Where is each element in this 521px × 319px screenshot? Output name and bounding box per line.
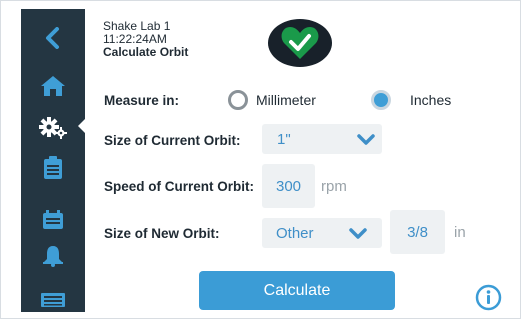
app-frame: Shake Lab 1 11:22:24AM Calculate Orbit M… [0, 0, 521, 319]
new-orbit-custom-input[interactable]: 3/8 [390, 210, 445, 254]
measure-label: Measure in: [104, 93, 180, 108]
bell-icon [43, 246, 63, 267]
inches-label[interactable]: Inches [410, 92, 451, 108]
calendar-icon [43, 210, 63, 229]
page-title: Calculate Orbit [103, 45, 189, 59]
home-icon [41, 76, 65, 96]
speed-label: Speed of Current Orbit: [104, 179, 255, 194]
speed-input[interactable]: 300 [262, 164, 315, 208]
device-icon [41, 293, 65, 307]
back-button[interactable] [21, 23, 85, 53]
current-orbit-label: Size of Current Orbit: [104, 133, 241, 148]
nav-calendar[interactable] [21, 205, 85, 235]
speed-unit: rpm [321, 178, 347, 195]
calculate-button[interactable]: Calculate [199, 271, 395, 310]
current-orbit-value: 1" [277, 130, 291, 148]
new-orbit-value: Other [276, 224, 314, 242]
radio-inches[interactable] [371, 90, 391, 110]
new-orbit-unit: in [454, 224, 466, 241]
speed-value: 300 [275, 177, 302, 195]
chevron-left-icon [46, 27, 59, 49]
new-orbit-custom-value: 3/8 [407, 223, 428, 241]
chevron-down-icon [357, 134, 375, 145]
new-orbit-select[interactable]: Other [262, 218, 382, 248]
chevron-down-icon [349, 228, 367, 239]
millimeter-label[interactable]: Millimeter [256, 92, 316, 108]
status-indicator [268, 19, 332, 67]
nav-device[interactable] [21, 285, 85, 315]
nav-home[interactable] [21, 71, 85, 101]
nav-notes[interactable] [21, 153, 85, 183]
info-icon[interactable] [475, 284, 502, 311]
heart-check-icon [281, 27, 319, 59]
radio-millimeter[interactable] [228, 90, 248, 110]
active-indicator [78, 118, 86, 134]
current-orbit-select[interactable]: 1" [262, 124, 382, 154]
clipboard-icon [44, 156, 62, 179]
gears-icon [39, 117, 67, 139]
nav-alerts[interactable] [21, 241, 85, 271]
header-info: Shake Lab 1 11:22:24AM Calculate Orbit [103, 20, 188, 59]
sidebar [21, 9, 86, 315]
nav-settings[interactable] [21, 113, 85, 143]
new-orbit-label: Size of New Orbit: [104, 226, 220, 241]
